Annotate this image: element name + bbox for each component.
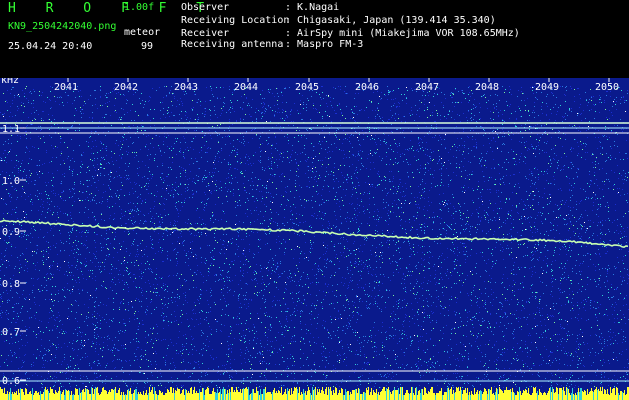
unit-label: kHz bbox=[1, 78, 19, 86]
spectrogram-background bbox=[0, 78, 629, 400]
freq-tick-label: 0.8 bbox=[2, 279, 20, 290]
time-tick-label: 2044 bbox=[234, 82, 258, 93]
parameter-label: meteor bbox=[124, 27, 161, 38]
observer-label: Observer bbox=[181, 2, 230, 13]
filename-label: KN9_2504242040.png bbox=[8, 21, 117, 32]
location-label: Receiving Location bbox=[181, 15, 290, 26]
freq-tick-label: 0.6 bbox=[2, 376, 20, 387]
time-tick-label: 2046 bbox=[355, 82, 379, 93]
version-label: 1.00f bbox=[124, 2, 155, 13]
antenna-value: : Maspro FM-3 bbox=[285, 39, 364, 50]
time-tick-label: 2048 bbox=[475, 82, 499, 93]
parameter-value: 99 bbox=[141, 41, 154, 52]
time-tick-label: 2043 bbox=[174, 82, 198, 93]
time-tick-label: 2045 bbox=[295, 82, 319, 93]
spectrogram-plot: kHz 2041 2042 2043 2044 2045 2046 2047 2048 2049 2… bbox=[0, 78, 629, 400]
spectrogram-svg: kHz 2041 2042 2043 2044 2045 2046 2047 2048 2049 2… bbox=[0, 78, 629, 400]
location-value: : Chigasaki, Japan (139.414 35.340) bbox=[285, 15, 496, 26]
receiver-label: Receiver bbox=[181, 28, 230, 39]
timestamp-label: 25.04.24 20:40 bbox=[8, 41, 93, 52]
antenna-label: Receiving antenna bbox=[181, 39, 284, 50]
time-tick-label: 2049 bbox=[535, 82, 559, 93]
receiver-value: : AirSpy mini (Miakejima VOR 108.65MHz) bbox=[285, 28, 520, 39]
freq-tick-label: 1.1 bbox=[2, 124, 20, 135]
observer-value: : K.Nagai bbox=[285, 2, 340, 13]
time-tick-label: 2042 bbox=[114, 82, 138, 93]
time-tick-label: 2047 bbox=[415, 82, 439, 93]
freq-tick-label: 0.9 bbox=[2, 227, 20, 238]
time-tick-label: 2050 bbox=[595, 82, 619, 93]
header-panel: H R O F F T 1.00f KN9_2504242040.png met… bbox=[0, 0, 629, 80]
freq-tick-label: 1.0 bbox=[2, 176, 20, 187]
time-tick-label: 2041 bbox=[54, 82, 78, 93]
freq-tick-label: 0.7 bbox=[2, 327, 20, 338]
